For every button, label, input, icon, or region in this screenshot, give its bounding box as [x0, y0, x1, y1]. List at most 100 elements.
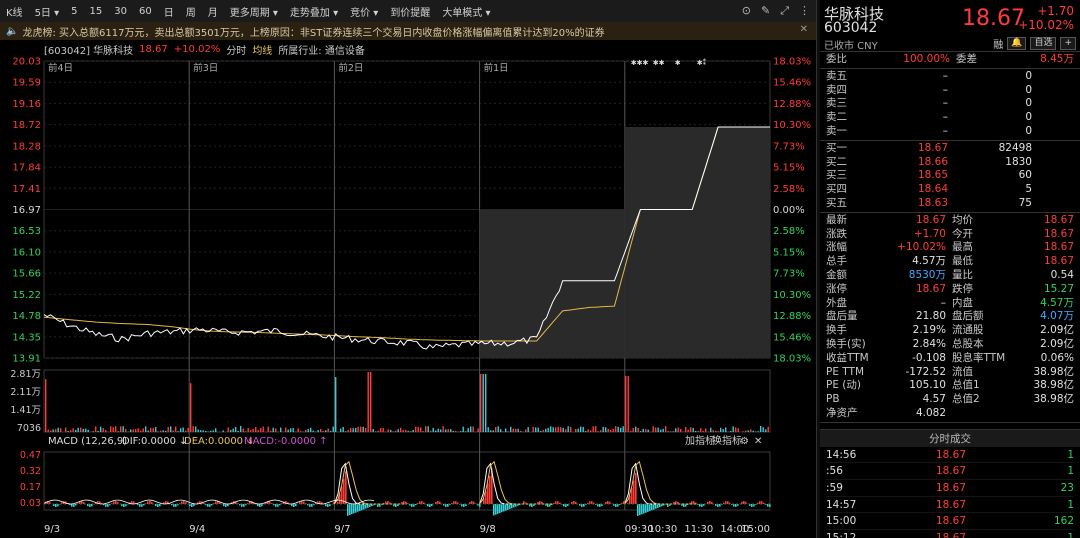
volume-bar — [97, 430, 99, 432]
volume-bar — [560, 427, 562, 432]
price-tick-label: 16.10 — [12, 247, 41, 258]
volume-bar — [692, 427, 694, 432]
volume-bar — [60, 428, 62, 432]
volume-bar — [335, 377, 337, 432]
macd-bar — [363, 504, 365, 510]
volume-bar — [352, 428, 354, 432]
toolbar-item-day[interactable]: 日 — [158, 4, 180, 19]
tick-volume: 1 — [1067, 498, 1074, 511]
weibi-row: 委比 100.00% 委差 8.45万 — [826, 53, 1074, 67]
toolbar-item-week[interactable]: 周 — [180, 4, 202, 19]
volume-bar — [472, 426, 474, 432]
volume-bar — [505, 428, 507, 432]
add-watchlist-button[interactable]: + — [1060, 37, 1076, 50]
volume-bar — [275, 428, 277, 432]
volume-bar — [685, 427, 687, 432]
stat-value: 21.80 — [915, 310, 946, 323]
stat-value: 8530万 — [908, 268, 946, 281]
macd-panel-frame — [43, 451, 771, 511]
volume-bar — [177, 431, 179, 432]
toolbar-item-60min[interactable]: 60 — [133, 6, 158, 17]
ask-label: 卖四 — [826, 83, 847, 96]
toolbar-item-month[interactable]: 月 — [202, 4, 224, 19]
volume-bar — [245, 431, 247, 432]
volume-bar — [717, 431, 719, 432]
volume-bar — [130, 429, 132, 432]
volume-bar — [270, 430, 272, 432]
volume-bar — [517, 428, 519, 432]
volume-bar — [445, 429, 447, 432]
pen-icon[interactable]: ✎ — [761, 4, 770, 18]
volume-bar — [317, 430, 319, 432]
volume-bar — [55, 429, 57, 432]
tick-volume: 23 — [1060, 481, 1074, 494]
toolbar-item-5min[interactable]: 5 — [65, 6, 83, 17]
volume-bar — [152, 427, 154, 432]
stat-label: 流通股 — [952, 324, 984, 337]
volume-bar — [577, 428, 579, 432]
close-icon[interactable]: ✕ — [800, 24, 808, 35]
volume-bar — [495, 426, 497, 432]
stats-row: 最新 18.67 均价 18.67 — [826, 214, 1074, 228]
volume-bar — [677, 427, 679, 432]
volume-bar — [70, 430, 72, 432]
toolbar-item-auction[interactable]: 竞价 ▾ — [344, 4, 384, 19]
toolbar-item-kline[interactable]: K线 — [0, 4, 29, 19]
ask-volume: 0 — [1025, 69, 1032, 82]
volume-bar — [442, 426, 444, 432]
speaker-icon: 🔈 — [6, 25, 19, 37]
toolbar-item-30min[interactable]: 30 — [108, 6, 133, 17]
bid-label: 买一 — [826, 141, 847, 154]
toolbar-item-bigorder-mode[interactable]: 大单模式 ▾ — [436, 4, 496, 19]
volume-bar — [420, 427, 422, 432]
volume-bar — [52, 429, 54, 432]
ticks-title[interactable]: 分时成交 — [820, 428, 1080, 447]
volume-bar — [125, 429, 127, 432]
dragon-tiger-notice: 🔈 龙虎榜: 买入总额6117万元，卖出总额3501万元，上榜原因：非ST证券连… — [0, 22, 816, 40]
add-indicator-link: 加指标 — [685, 434, 715, 447]
volume-bar — [632, 427, 634, 432]
volume-bar — [377, 430, 379, 432]
more-icon[interactable]: ⋮ — [799, 4, 810, 18]
macd-name: MACD (12,26,9) — [48, 436, 127, 447]
volume-bar — [175, 426, 177, 432]
chevron-down-circle-icon[interactable]: ⊙ — [742, 4, 751, 18]
intraday-chart[interactable]: 20.03 18.03% 19.59 15.46% 19.16 12.88% 18.72 10… — [0, 40, 816, 538]
volume-bar — [490, 430, 492, 432]
toolbar-item-15min[interactable]: 15 — [84, 6, 109, 17]
volume-bar — [155, 427, 157, 432]
bid-price: 18.64 — [917, 183, 948, 196]
ask-book: 卖五 – 0 卖四 – 0 卖三 – 0 卖二 – 0 卖一 – 0 — [820, 69, 1080, 141]
notice-text[interactable]: 买入总额6117万元，卖出总额3501万元，上榜原因：非ST证券连续三个交易日内… — [59, 24, 605, 39]
volume-bar — [545, 428, 547, 432]
expand-icon[interactable]: ⤢ — [780, 4, 789, 18]
volume-bar — [280, 427, 282, 432]
toolbar-item-price-alert[interactable]: 到价提醒 — [384, 4, 436, 19]
volume-bar — [467, 428, 469, 432]
volume-bar — [695, 430, 697, 432]
price-tick-label: 13.91 — [12, 354, 41, 365]
volume-bar — [345, 431, 347, 432]
volume-bar — [637, 427, 639, 432]
stats-row: 净资产 4.082 — [826, 407, 1074, 421]
volume-bar — [760, 426, 762, 432]
volume-bar — [470, 426, 472, 432]
bell-icon[interactable]: 🔔 — [1007, 37, 1027, 50]
toolbar-item-overlay[interactable]: 走势叠加 ▾ — [284, 4, 344, 19]
stats-row: 涨幅 +10.02% 最高 18.67 — [826, 241, 1074, 255]
volume-bar — [627, 376, 629, 432]
macd-bar — [649, 504, 651, 512]
watchlist-button[interactable]: 自选 — [1030, 37, 1057, 50]
toolbar-item-5day[interactable]: 5日 ▾ — [29, 4, 66, 19]
gear-icon: ⚙ — [740, 436, 749, 447]
volume-bar — [165, 430, 167, 432]
macd-dif-line — [43, 499, 375, 505]
volume-bar — [120, 426, 122, 432]
volume-bar — [185, 430, 187, 432]
ticks-list[interactable]: 14:56 18.67 1:56 18.67 1:59 18.67 23 14:57 18.67… — [820, 447, 1080, 538]
price-change: +1.70 +10.02% — [1018, 4, 1074, 32]
macd-bar — [511, 504, 513, 509]
stat-label: 跌停 — [952, 282, 973, 295]
volume-bar — [205, 430, 207, 432]
toolbar-item-more-periods[interactable]: 更多周期 ▾ — [224, 4, 284, 19]
